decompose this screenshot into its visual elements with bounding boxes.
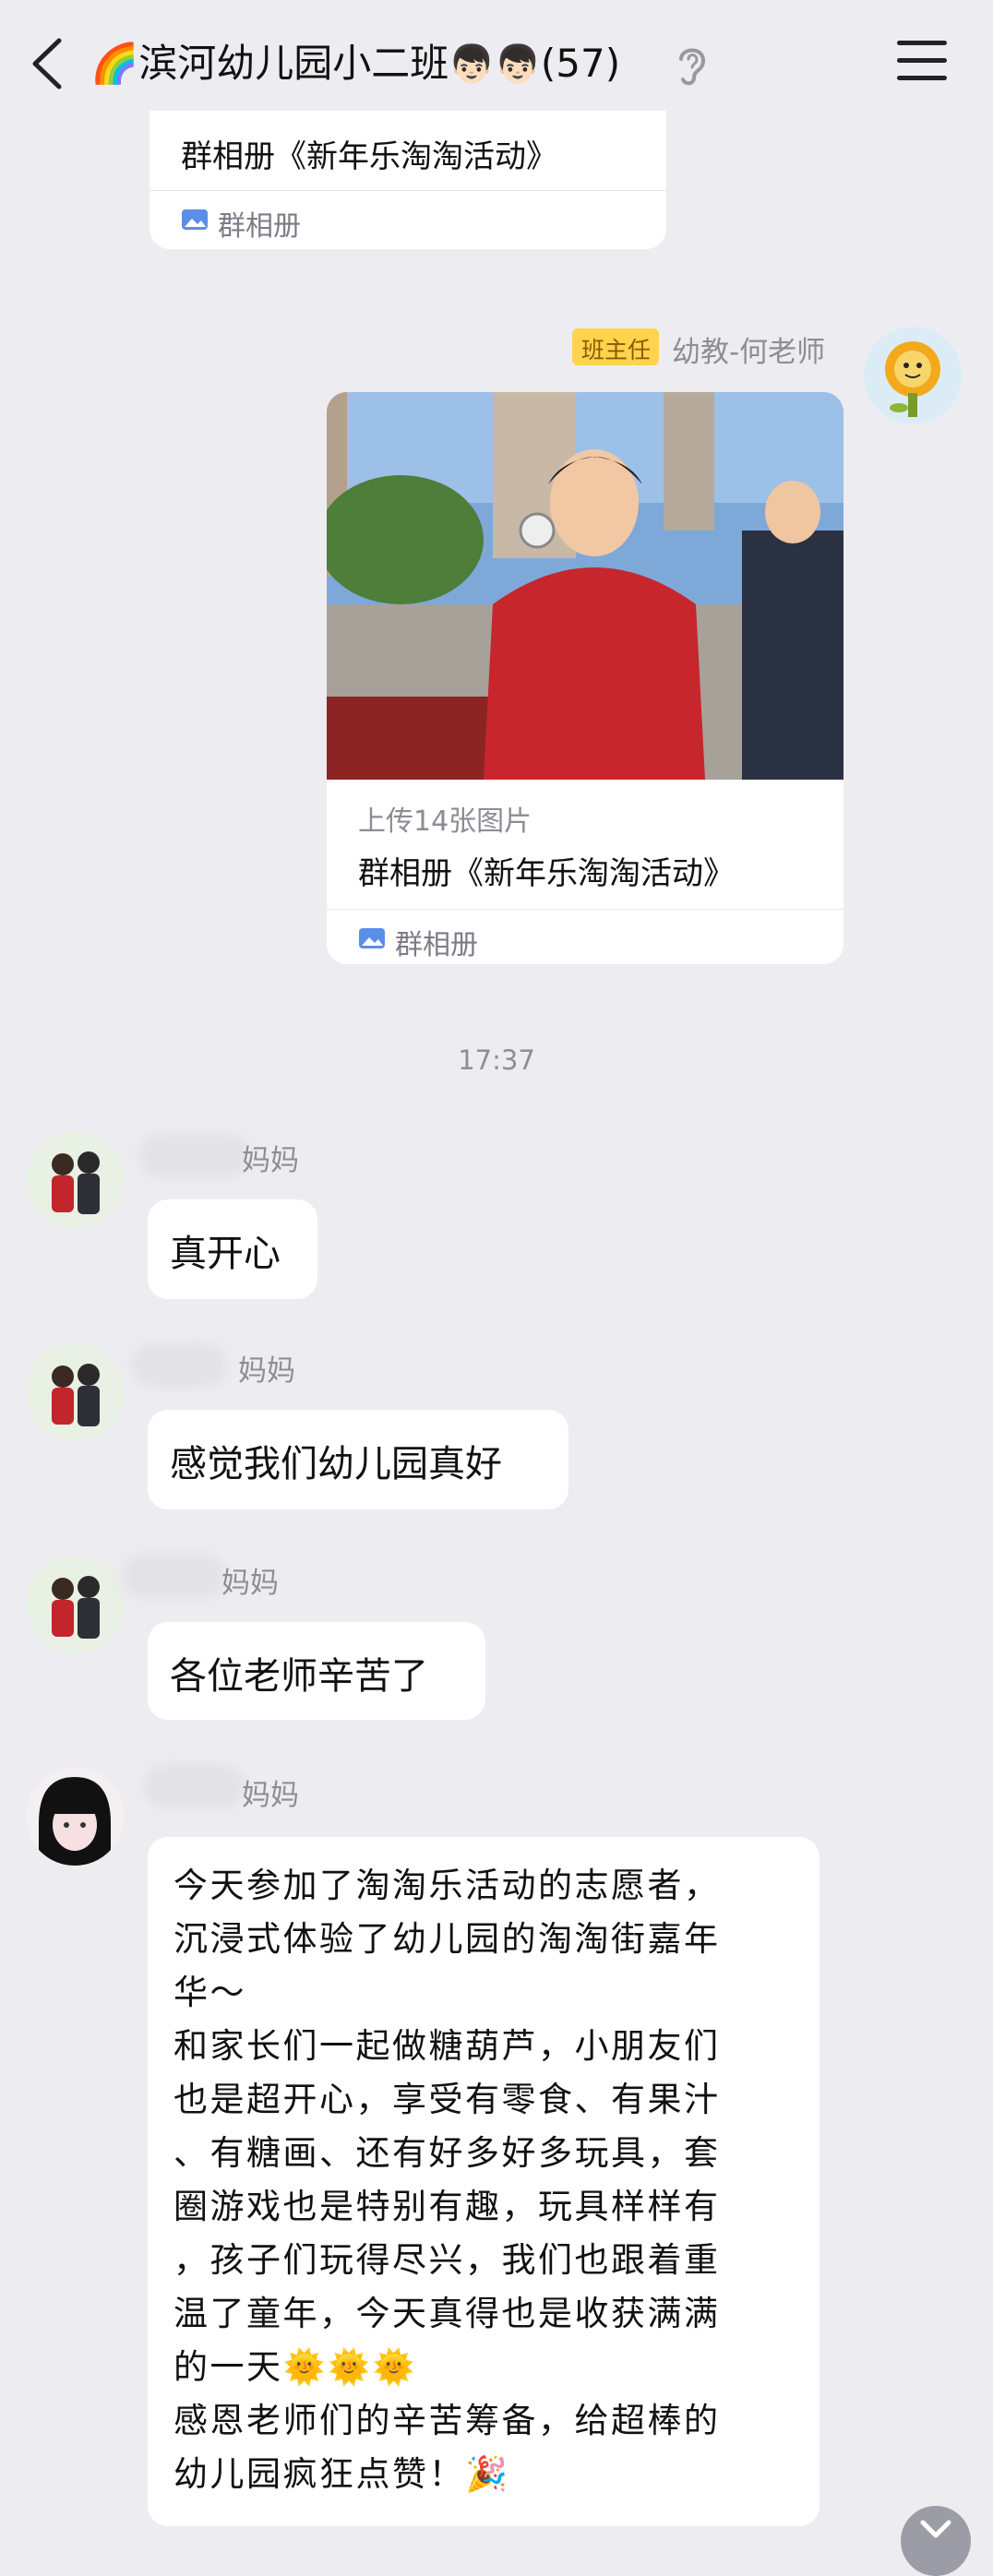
message-bubble[interactable]: 各位老师辛苦了 [148,1622,485,1720]
message-line: ，孩子们玩得尽兴，我们也跟着重 [173,2240,721,2280]
album-card-title: 群相册《新年乐淘淘活动》 [181,138,557,175]
scroll-to-bottom-button[interactable] [901,2506,971,2576]
message-text: 真开心 [170,1233,281,1275]
sender-avatar[interactable] [26,1768,124,1866]
sender-name: 妈妈 [221,1567,279,1600]
teacher-avatar[interactable] [864,327,962,424]
album-label: 群相册 [395,929,478,961]
message-text: 感觉我们幼儿园真好 [170,1443,502,1485]
name-redacted [144,1764,245,1808]
upload-caption: 上传14张图片 [358,805,532,838]
album-label: 群相册 [218,210,301,243]
message-line: 温了童年，今天真得也是收获满满 [173,2294,721,2333]
album-photo[interactable] [327,392,843,780]
name-redacted [131,1343,227,1388]
message-line: 今天参加了淘淘乐活动的志愿者， [173,1866,721,1905]
couple-avatar-icon [52,1364,100,1426]
name-redacted [122,1554,225,1598]
chevron-down-icon [920,2520,951,2538]
couple-avatar-icon [52,1576,100,1639]
album-icon [359,928,385,948]
sunflower-icon [885,341,940,417]
album-icon [182,209,208,230]
sender-name: 幼教-何老师 [672,336,826,369]
timestamp: 17:37 [458,1044,535,1076]
message-bubble[interactable]: 感觉我们幼儿园真好 [148,1410,568,1509]
sender-avatar[interactable] [26,1343,124,1441]
group-name: 🌈滨河幼儿园小二班 [90,41,449,86]
message-bubble[interactable]: 真开心 [148,1199,317,1299]
chevron-left-icon[interactable] [26,37,70,90]
message-line: 的一天🌞🌞🌞 [173,2347,418,2387]
chat-title: 🌈滨河幼儿园小二班👦🏻👦🏻(57) [90,33,620,95]
message-line: 沉浸式体验了幼儿园的淘淘街嘉年 [173,1919,721,1959]
message-text: 各位老师辛苦了 [170,1655,428,1698]
message-line: 也是超开心，享受有零食、有果汁 [173,2080,721,2119]
member-count: (57) [540,41,621,86]
sender-avatar[interactable] [26,1556,124,1653]
long-message-bubble[interactable]: 今天参加了淘淘乐活动的志愿者， 沉浸式体验了幼儿园的淘淘街嘉年 华～ 和家长们一… [148,1837,820,2526]
message-line: 感恩老师们的辛苦筹备，给超棒的 [173,2401,721,2440]
role-badge: 班主任 [572,328,659,365]
ear-icon[interactable] [674,42,711,87]
sender-name: 妈妈 [238,1354,295,1388]
message-line: 圈游戏也是特别有趣，玩具样样有 [173,2187,721,2226]
album-card-title: 群相册《新年乐淘淘活动》 [358,855,735,892]
sender-name: 妈妈 [242,1144,299,1177]
message-line: 和家长们一起做糖葫芦，小朋友们 [173,2026,721,2066]
name-redacted [138,1133,249,1177]
sender-avatar[interactable] [26,1131,124,1229]
couple-avatar-icon [52,1151,100,1214]
sender-name: 妈妈 [242,1779,299,1812]
boy-face-icon: 👦🏻👦🏻 [449,43,541,86]
message-line: 幼儿园疯狂点赞！🎉 [173,2454,510,2494]
chat-header: 🌈滨河幼儿园小二班👦🏻👦🏻(57) [0,0,993,125]
girl-avatar-icon [39,1777,111,1866]
album-card-teacher[interactable]: 上传14张图片 群相册《新年乐淘淘活动》 群相册 [327,392,843,964]
message-line: 、有糖画、还有好多好多玩具，套 [173,2133,721,2173]
menu-icon[interactable] [897,41,947,81]
message-line: 华～ [173,1973,246,2012]
album-card-previous[interactable]: 群相册《新年乐淘淘活动》 群相册 [150,111,666,249]
